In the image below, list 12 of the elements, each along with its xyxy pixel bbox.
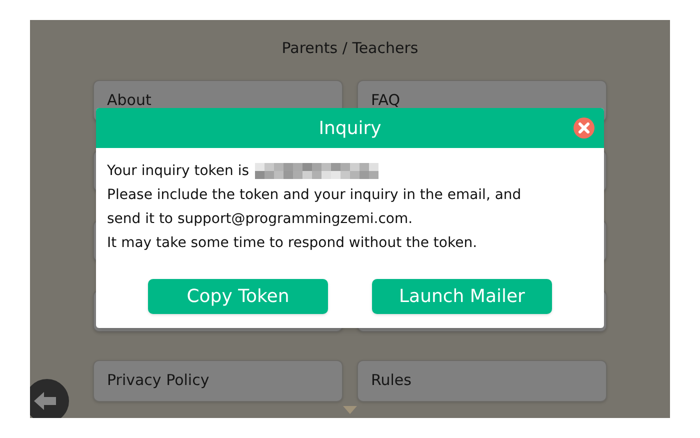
scroll-down-icon <box>343 406 357 414</box>
dialog-text: Please include the token and your inquiry in the email, and <box>107 186 522 205</box>
dialog-text: It may take some time to respond without the token. <box>107 234 478 253</box>
dialog-text: Your inquiry token is <box>107 162 250 181</box>
back-button[interactable] <box>30 379 69 418</box>
menu-button[interactable]: Privacy Policy <box>93 360 343 402</box>
dialog-text: send it to support@programmingzemi.com. <box>107 210 414 229</box>
screen-title: Parents / Teachers <box>282 38 418 59</box>
dialog-button[interactable]: Copy Token <box>148 279 328 314</box>
menu-button[interactable]: Rules <box>357 360 607 402</box>
dialog-button[interactable]: Launch Mailer <box>372 279 552 314</box>
close-icon[interactable] <box>573 117 595 139</box>
